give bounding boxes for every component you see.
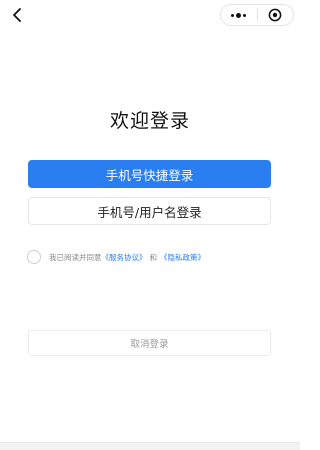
target-circle-icon	[268, 8, 282, 22]
mini-program-capsule	[220, 4, 294, 26]
more-dots-icon	[231, 12, 247, 18]
cancel-login-button[interactable]: 取消登录	[28, 330, 271, 356]
close-mini-program-button[interactable]	[258, 5, 294, 25]
agreement-row: 我已阅读并同意 《服务协议》 和 《隐私政策》	[27, 249, 205, 265]
privacy-policy-link[interactable]: 《隐私政策》	[160, 252, 205, 263]
more-menu-button[interactable]	[221, 5, 257, 25]
page-title: 欢迎登录	[109, 110, 190, 132]
back-button[interactable]	[6, 4, 28, 26]
service-agreement-link[interactable]: 《服务协议》	[102, 252, 147, 263]
agreement-and: 和	[149, 252, 158, 262]
agreement-prefix: 我已阅读并同意	[49, 252, 102, 262]
chevron-left-icon	[13, 8, 21, 22]
bottom-bar	[0, 442, 300, 450]
agreement-radio[interactable]	[27, 250, 41, 264]
phone-quick-login-button[interactable]: 手机号快捷登录	[28, 160, 271, 188]
account-login-button[interactable]: 手机号/用户名登录	[28, 197, 271, 225]
